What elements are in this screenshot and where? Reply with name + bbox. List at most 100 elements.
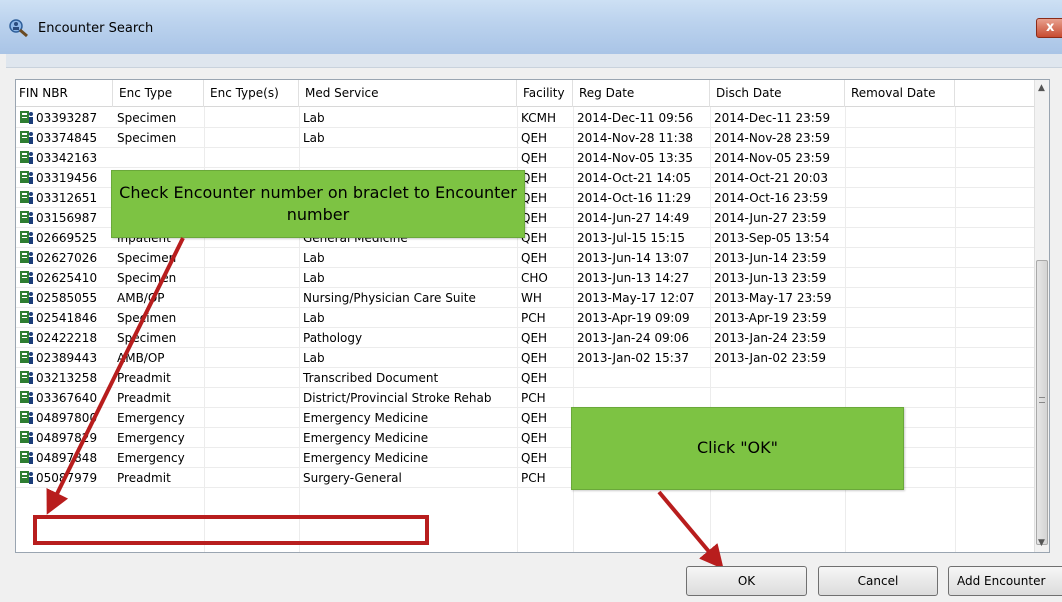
fin-nbr-cell: 03342163 (16, 148, 113, 168)
filler-cell (955, 108, 1036, 128)
filler-cell (955, 428, 1036, 448)
med-service-cell: District/Provincial Stroke Rehab (303, 391, 492, 405)
disch-date-cell: 2014-Jun-27 23:59 (714, 211, 827, 225)
enc-type-cell: Specimen (117, 311, 177, 325)
enc-types-cell (204, 248, 299, 268)
column-header-enc-types[interactable]: Enc Type(s) (204, 80, 299, 107)
fin-nbr-text: 02625410 (36, 271, 98, 285)
encounter-person-icon (20, 151, 33, 164)
column-header-reg-date[interactable]: Reg Date (573, 80, 710, 107)
column-header-med-service[interactable]: Med Service (299, 80, 517, 107)
fin-nbr-text: 03213258 (36, 371, 98, 385)
fin-nbr-cell: 03393287 (16, 108, 113, 128)
scroll-down-icon[interactable]: ▼ (1038, 539, 1047, 548)
filler-cell (955, 328, 1036, 348)
med-service-cell: Emergency Medicine (303, 451, 429, 465)
enc-types-cell (204, 388, 299, 408)
filler-cell (955, 368, 1036, 388)
table-row[interactable]: 03213258 Preadmit Transcribed Document QEH (16, 368, 1036, 388)
column-header-enc-type[interactable]: Enc Type (113, 80, 204, 107)
reg-date-cell: 2014-Dec-11 09:56 (577, 111, 694, 125)
reg-date-cell: 2013-Jan-02 15:37 (577, 351, 690, 365)
encounter-person-icon (20, 351, 33, 364)
table-row[interactable]: 02627026 Specimen Lab QEH 2013-Jun-14 13:07 2… (16, 248, 1036, 268)
disch-date-cell: 2014-Oct-16 23:59 (714, 191, 828, 205)
enc-type-cell: Emergency (117, 431, 185, 445)
table-row[interactable]: 03393287 Specimen Lab KCMH 2014-Dec-11 09:56… (16, 108, 1036, 128)
add-encounter-button[interactable]: Add Encounter (948, 566, 1062, 596)
enc-type-cell: Preadmit (117, 391, 171, 405)
removal-date-cell (845, 188, 955, 208)
fin-nbr-text: 03367640 (36, 391, 98, 405)
vertical-scrollbar[interactable]: ▲ ▼ (1034, 80, 1049, 552)
fin-nbr-text: 03319456 (36, 171, 98, 185)
enc-types-cell (204, 428, 299, 448)
enc-types-cell (204, 328, 299, 348)
table-row[interactable]: 03342163 QEH 2014-Nov-05 13:35 2014-Nov-05 … (16, 148, 1036, 168)
fin-nbr-cell: 03319456 (16, 168, 113, 188)
cancel-button[interactable]: Cancel (818, 566, 938, 596)
column-header-disch-date[interactable]: Disch Date (710, 80, 845, 107)
encounter-person-icon (20, 471, 33, 484)
encounter-person-icon (20, 231, 33, 244)
filler-cell (955, 468, 1036, 488)
reg-date-cell: 2013-Jun-14 13:07 (577, 251, 690, 265)
fin-nbr-cell: 04897800 (16, 408, 113, 428)
enc-types-cell (204, 368, 299, 388)
facility-cell: QEH (521, 251, 548, 265)
close-button[interactable]: x (1036, 18, 1062, 38)
table-row[interactable]: 02625410 Specimen Lab CHO 2013-Jun-13 14:27 2… (16, 268, 1036, 288)
fin-nbr-text: 03374845 (36, 131, 98, 145)
facility-cell: PCH (521, 311, 546, 325)
table-row[interactable]: 02585055 AMB/OP Nursing/Physician Care Sui… (16, 288, 1036, 308)
reg-date-cell: 2014-Oct-21 14:05 (577, 171, 691, 185)
encounter-person-icon (20, 371, 33, 384)
scrollbar-thumb[interactable] (1036, 260, 1048, 545)
facility-cell: QEH (521, 231, 548, 245)
column-header-fin-nbr[interactable]: FIN NBR (16, 80, 113, 107)
facility-cell: CHO (521, 271, 548, 285)
encounter-person-icon (20, 431, 33, 444)
selected-row-highlight (33, 515, 429, 545)
table-row[interactable]: 03374845 Specimen Lab QEH 2014-Nov-28 11:38 2… (16, 128, 1036, 148)
enc-type-cell: AMB/OP (117, 351, 165, 365)
facility-cell: QEH (521, 411, 548, 425)
facility-cell: KCMH (521, 111, 556, 125)
fin-nbr-cell: 02585055 (16, 288, 113, 308)
fin-nbr-cell: 03374845 (16, 128, 113, 148)
med-service-cell: Lab (303, 351, 325, 365)
fin-nbr-text: 02627026 (36, 251, 98, 265)
filler-cell (955, 388, 1036, 408)
filler-cell (955, 188, 1036, 208)
reg-date-cell: 2014-Nov-28 11:38 (577, 131, 693, 145)
enc-types-cell (204, 448, 299, 468)
encounter-person-icon (20, 171, 33, 184)
enc-types-cell (204, 128, 299, 148)
encounter-person-icon (20, 291, 33, 304)
column-header-facility[interactable]: Facility (517, 80, 573, 107)
encounter-person-icon (20, 411, 33, 424)
table-row[interactable]: 02422218 Specimen Pathology QEH 2013-Jan-24 … (16, 328, 1036, 348)
reg-date-cell: 2014-Oct-16 11:29 (577, 191, 691, 205)
table-row[interactable]: 02541846 Specimen Lab PCH 2013-Apr-19 09:09 2… (16, 308, 1036, 328)
fin-nbr-text: 04897800 (36, 411, 98, 425)
enc-type-cell: Specimen (117, 131, 177, 145)
fin-nbr-text: 05087979 (36, 471, 98, 485)
filler-cell (955, 148, 1036, 168)
ok-button[interactable]: OK (686, 566, 807, 596)
facility-cell: QEH (521, 371, 548, 385)
table-row[interactable]: 03367640 Preadmit District/Provincial Stro… (16, 388, 1036, 408)
fin-nbr-text: 04897829 (36, 431, 98, 445)
enc-types-cell (204, 408, 299, 428)
fin-nbr-cell: 02422218 (16, 328, 113, 348)
table-row[interactable]: 02389443 AMB/OP Lab QEH 2013-Jan-02 15:37 201… (16, 348, 1036, 368)
filler-cell (955, 208, 1036, 228)
grid-header: FIN NBR Enc Type Enc Type(s) Med Service… (16, 80, 1036, 107)
enc-types-cell (204, 308, 299, 328)
fin-nbr-text: 02389443 (36, 351, 98, 365)
column-header-removal-date[interactable]: Removal Date (845, 80, 955, 107)
filler-cell (955, 248, 1036, 268)
med-service-cell: Lab (303, 111, 325, 125)
removal-date-cell (845, 168, 955, 188)
scroll-up-icon[interactable]: ▲ (1038, 84, 1047, 93)
